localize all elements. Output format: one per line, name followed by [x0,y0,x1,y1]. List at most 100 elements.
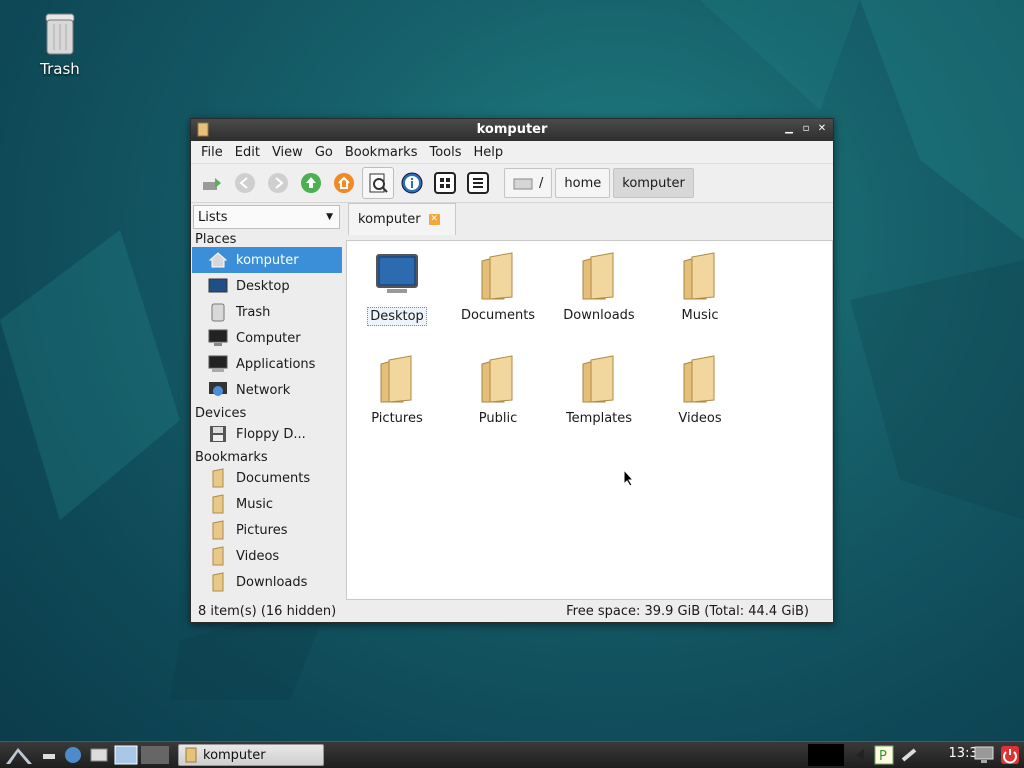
sidebar-item-computer[interactable]: Computer [192,325,342,351]
toolbar: / home komputer [191,164,833,203]
monitor-icon[interactable] [974,745,994,765]
menu-tools[interactable]: Tools [423,145,467,160]
sidebar-item-floppy[interactable]: Floppy D... [192,421,342,447]
sidebar-item-label: Computer [236,330,301,346]
file-item-videos[interactable]: Videos [652,354,748,427]
status-free-space: Free space: 39.9 GiB (Total: 44.4 GiB) [566,603,809,619]
file-item-templates[interactable]: Templates [551,354,647,427]
desktop-trash[interactable]: Trash [30,12,90,78]
tab-label: komputer [358,212,421,227]
window-titlebar[interactable]: komputer ▁ ▫ ✕ [191,119,833,141]
sidebar-item-label: Network [236,382,291,398]
file-manager-launcher-icon[interactable] [88,744,110,766]
new-tab-button[interactable] [197,168,227,198]
file-item-label: Public [478,411,518,426]
taskbar: komputer P 13:30 [0,741,1024,768]
sidebar-item-network[interactable]: Network [192,377,342,403]
trash-icon [208,302,228,322]
folder-icon [481,355,513,403]
close-button[interactable]: ✕ [816,123,828,135]
home-folder-icon [208,250,228,270]
devices-heading: Devices [195,406,247,421]
applications-icon [208,354,228,374]
menu-help[interactable]: Help [468,145,510,160]
maximize-button[interactable]: ▫ [800,123,812,135]
home-button[interactable] [329,168,359,198]
folder-icon [208,494,228,514]
breadcrumb-home[interactable]: home [555,168,611,198]
sidebar-item-desktop[interactable]: Desktop [192,273,342,299]
drive-icon [513,178,533,190]
menu-go[interactable]: Go [309,145,339,160]
search-button[interactable] [362,167,394,199]
menu-bookmarks[interactable]: Bookmarks [339,145,424,160]
svg-text:P: P [879,749,887,764]
close-tab-icon[interactable]: ✕ [428,214,440,225]
power-icon[interactable] [1000,745,1020,765]
sidebar-item-downloads[interactable]: Downloads [192,569,342,595]
file-item-public[interactable]: Public [450,354,546,427]
up-button[interactable] [296,168,326,198]
chevron-down-icon: ▼ [326,212,333,222]
forward-icon [268,173,288,193]
thumbnail-view-button[interactable] [430,168,460,198]
icon-view-button[interactable] [397,168,427,198]
side-pane-mode-select[interactable]: Lists ▼ [193,205,340,229]
file-item-desktop[interactable]: Desktop [349,251,445,326]
file-item-label: Templates [565,411,633,426]
tray-black-area [808,744,844,766]
file-item-downloads[interactable]: Downloads [551,251,647,324]
menu-file[interactable]: File [195,145,229,160]
file-item-music[interactable]: Music [652,251,748,324]
up-arrow-icon [301,173,321,193]
sidebar-item-label: Pictures [236,522,288,538]
file-item-label: Downloads [563,308,635,323]
list-view-button[interactable] [463,168,493,198]
folder-icon [481,252,513,300]
breadcrumb-komputer[interactable]: komputer [613,168,694,198]
trash-icon [45,13,75,55]
minimize-button[interactable]: ▁ [783,123,795,135]
sidebar-item-music[interactable]: Music [192,491,342,517]
sidebar-item-trash[interactable]: Trash [192,299,342,325]
sidebar-item-komputer[interactable]: komputer [192,247,342,273]
workspace-1-icon[interactable] [114,744,138,766]
tab-komputer[interactable]: komputer ✕ [348,203,456,235]
sidebar-item-label: Trash [236,304,271,320]
menu-view[interactable]: View [266,145,309,160]
folder-icon [208,520,228,540]
sidebar: Lists ▼ Places komputer Desktop Trash Co… [192,203,342,600]
menubar: File Edit View Go Bookmarks Tools Help [191,141,833,164]
breadcrumb-root[interactable]: / [504,168,553,198]
bookmarks-heading: Bookmarks [195,450,268,465]
home-icon [334,173,354,193]
show-desktop-icon[interactable] [40,746,58,764]
menu-edit[interactable]: Edit [229,145,266,160]
file-item-label: Desktop [367,307,427,326]
back-button[interactable] [230,168,260,198]
volume-icon[interactable] [852,747,866,763]
taskbar-window-label: komputer [203,747,266,763]
mouse-cursor-icon [623,469,635,487]
browser-icon[interactable] [62,744,84,766]
sidebar-item-applications[interactable]: Applications [192,351,342,377]
file-manager-window: komputer ▁ ▫ ✕ File Edit View Go Bookmar… [190,118,834,623]
sidebar-item-videos[interactable]: Videos [192,543,342,569]
search-icon [369,173,388,193]
network-cable-icon[interactable] [900,746,920,764]
back-icon [235,173,255,193]
network-icon [208,380,228,400]
taskbar-window-komputer[interactable]: komputer [178,744,324,766]
file-item-pictures[interactable]: Pictures [349,354,445,427]
parcellite-icon[interactable]: P [874,745,894,765]
file-view[interactable]: Desktop Documents Downloads Music Pictur… [346,240,833,600]
workspace-2-icon[interactable] [140,744,170,766]
sidebar-item-documents[interactable]: Documents [192,465,342,491]
file-item-documents[interactable]: Documents [450,251,546,324]
forward-button[interactable] [263,168,293,198]
folder-icon [208,468,228,488]
file-item-label: Documents [460,308,536,323]
sidebar-item-pictures[interactable]: Pictures [192,517,342,543]
start-menu-icon[interactable] [4,744,34,766]
folder-icon [380,355,412,403]
